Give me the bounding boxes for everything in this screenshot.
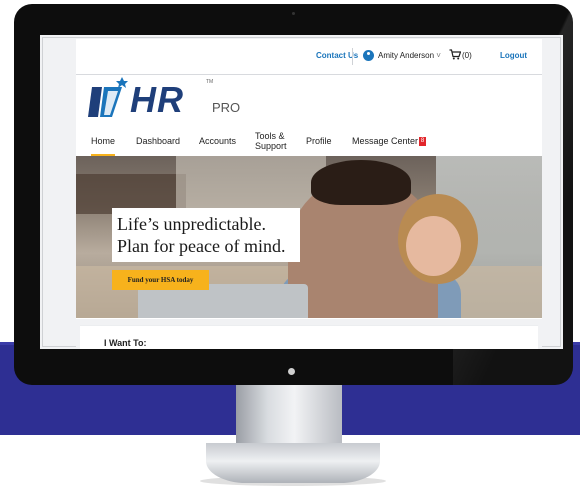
logo-text-pro: PRO [212, 100, 241, 115]
user-name: Amity Anderson [378, 51, 435, 60]
nav-item-tools-line2[interactable]: Support [255, 141, 287, 151]
message-count-badge: 8 [419, 137, 427, 147]
hero-headline-line1: Life’s unpredictable. [117, 214, 266, 234]
monitor-stand-neck [236, 385, 342, 445]
hero-banner: Life’s unpredictable. Plan for peace of … [76, 156, 542, 318]
fund-hsa-button[interactable]: Fund your HSA today [112, 270, 209, 290]
monitor-screen: Contact Us Amity Anderson ˅ (0) Logout H… [40, 35, 563, 349]
nav-item-home[interactable]: Home [91, 136, 115, 146]
camera-icon [292, 12, 295, 15]
nav-item-profile[interactable]: Profile [306, 136, 332, 146]
i-want-to-panel: I Want To: [80, 325, 538, 349]
user-menu[interactable]: Amity Anderson ˅ [378, 51, 441, 60]
top-utility-bar: Contact Us Amity Anderson ˅ (0) Logout [76, 39, 542, 75]
ihr-pro-logo[interactable]: HR PRO TM [88, 77, 241, 120]
hero-photo-hair [311, 160, 411, 205]
nav-item-message-center[interactable]: Message Center 8 [352, 136, 427, 147]
hero-photo-girl [406, 216, 461, 276]
cart-count[interactable]: (0) [462, 51, 472, 60]
monitor-bezel: Contact Us Amity Anderson ˅ (0) Logout H… [14, 4, 573, 385]
monitor-stand-base [206, 443, 380, 483]
hero-message-card: Life’s unpredictable. Plan for peace of … [112, 208, 300, 262]
nav-item-dashboard[interactable]: Dashboard [136, 136, 180, 146]
nav-item-tools-line1[interactable]: Tools & [255, 131, 285, 141]
power-indicator [288, 368, 295, 375]
logo-trademark: TM [206, 79, 214, 85]
chevron-down-icon: ˅ [436, 51, 441, 60]
hero-headline-line2: Plan for peace of mind. [117, 236, 286, 256]
user-icon[interactable] [363, 50, 374, 61]
divider [352, 48, 353, 65]
website: Contact Us Amity Anderson ˅ (0) Logout H… [76, 39, 542, 349]
nav-item-accounts[interactable]: Accounts [199, 136, 236, 146]
main-nav: Home Dashboard Accounts Tools & Support … [76, 131, 542, 153]
cart-icon[interactable] [449, 49, 461, 60]
logo-text-hr: HR [130, 79, 184, 120]
logout-link[interactable]: Logout [500, 51, 527, 60]
nav-item-message-center-label: Message Center [352, 136, 419, 146]
i-want-to-heading: I Want To: [104, 338, 147, 348]
